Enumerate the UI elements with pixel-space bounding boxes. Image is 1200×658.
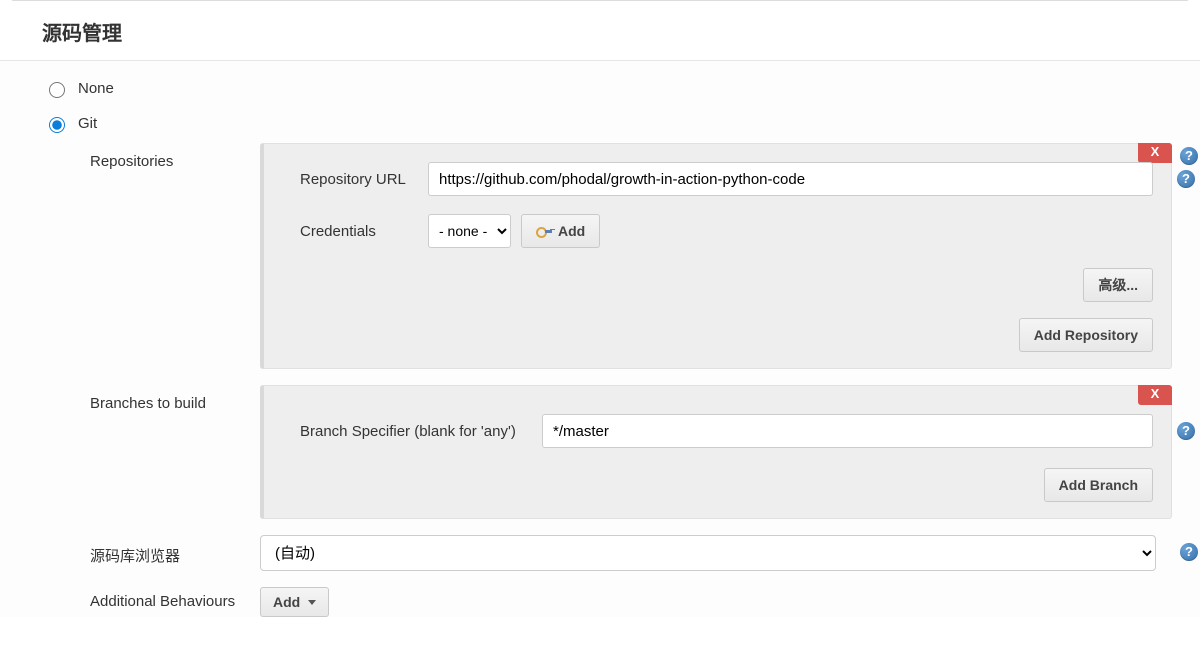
delete-branch-button[interactable]: X — [1138, 385, 1172, 405]
add-repository-button[interactable]: Add Repository — [1019, 318, 1153, 352]
scm-option-none[interactable]: None — [44, 73, 1172, 108]
scm-radio-git[interactable] — [49, 117, 65, 133]
scm-option-git[interactable]: Git — [44, 108, 1172, 143]
repository-url-input[interactable] — [428, 162, 1153, 196]
repository-url-label: Repository URL — [300, 171, 428, 188]
key-icon — [536, 226, 552, 236]
repositories-label: Repositories — [90, 143, 260, 170]
add-credentials-button[interactable]: Add — [521, 214, 600, 248]
credentials-label: Credentials — [300, 223, 428, 240]
scm-none-label: None — [78, 80, 114, 97]
branches-label: Branches to build — [90, 385, 260, 412]
scm-git-label: Git — [78, 115, 97, 132]
credentials-select[interactable]: - none - — [428, 214, 511, 248]
help-icon[interactable]: ? — [1177, 170, 1195, 188]
advanced-button[interactable]: 高级... — [1083, 268, 1153, 302]
chevron-down-icon — [308, 600, 316, 605]
behaviours-label: Additional Behaviours — [90, 587, 260, 610]
add-branch-button[interactable]: Add Branch — [1044, 468, 1153, 502]
section-title: 源码管理 — [0, 3, 1200, 60]
scm-radio-none[interactable] — [49, 82, 65, 98]
help-icon[interactable]: ? — [1177, 422, 1195, 440]
branches-panel: X Branch Specifier (blank for 'any') ? A… — [260, 385, 1172, 519]
add-behaviour-button[interactable]: Add — [260, 587, 329, 617]
repo-browser-select[interactable]: (自动) — [260, 535, 1156, 571]
branch-specifier-input[interactable] — [542, 414, 1153, 448]
branch-specifier-label: Branch Specifier (blank for 'any') — [300, 423, 542, 440]
delete-repository-button[interactable]: X — [1138, 143, 1172, 163]
help-icon[interactable]: ? — [1180, 543, 1198, 561]
help-icon[interactable]: ? — [1180, 147, 1198, 165]
add-credentials-label: Add — [558, 223, 585, 239]
repository-panel: X Repository URL ? Credentials - none - — [260, 143, 1172, 369]
repo-browser-label: 源码库浏览器 — [90, 535, 260, 566]
